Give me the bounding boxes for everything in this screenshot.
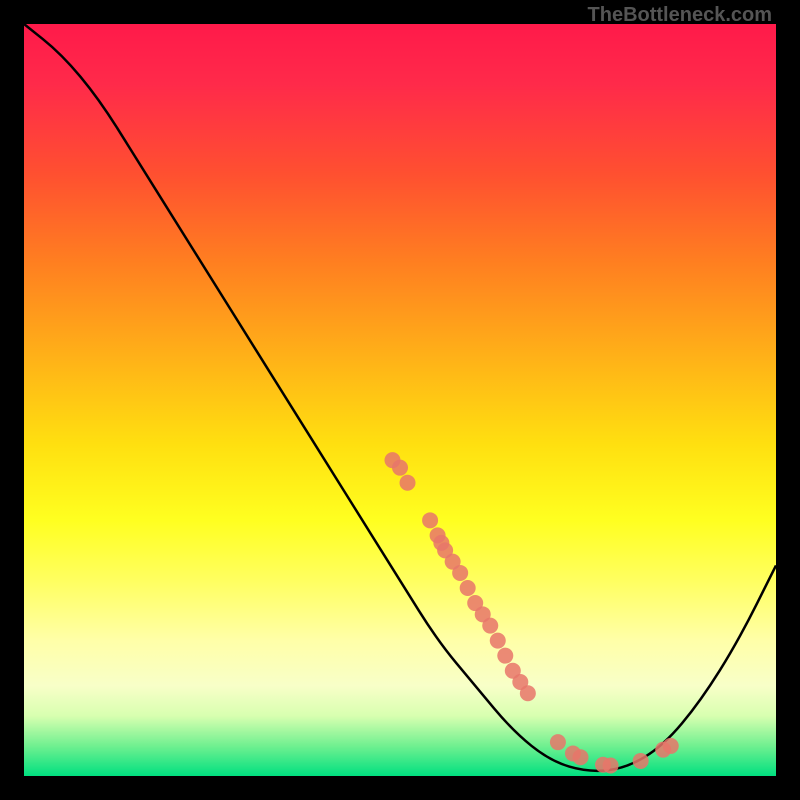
- data-point-marker: [392, 460, 408, 476]
- data-point-marker: [520, 685, 536, 701]
- watermark-text: TheBottleneck.com: [588, 4, 772, 27]
- data-point-marker: [452, 565, 468, 581]
- data-point-marker: [422, 512, 438, 528]
- data-point-marker: [400, 475, 416, 491]
- data-point-marker: [663, 738, 679, 754]
- data-point-marker: [490, 633, 506, 649]
- data-point-marker: [550, 734, 566, 750]
- data-point-marker: [497, 648, 513, 664]
- chart-curve: [24, 24, 776, 771]
- data-point-marker: [460, 580, 476, 596]
- bottleneck-curve: [24, 24, 776, 771]
- data-point-marker: [603, 757, 619, 773]
- chart-markers: [384, 452, 678, 773]
- data-point-marker: [572, 749, 588, 765]
- data-point-marker: [482, 618, 498, 634]
- chart-svg: [24, 24, 776, 776]
- data-point-marker: [633, 753, 649, 769]
